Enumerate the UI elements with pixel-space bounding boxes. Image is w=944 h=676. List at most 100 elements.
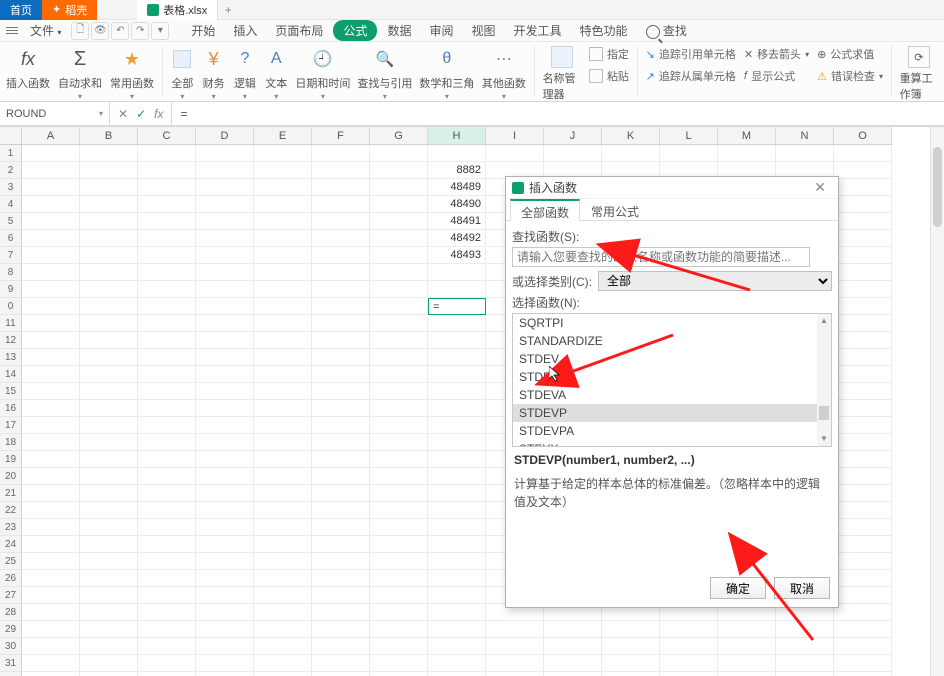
cell-E10[interactable] — [254, 298, 312, 315]
cancel-edit-icon[interactable]: ✕ — [118, 107, 128, 121]
cell-C18[interactable] — [138, 434, 196, 451]
menu-start[interactable]: 开始 — [183, 20, 223, 41]
cell-B19[interactable] — [80, 451, 138, 468]
cell-H15[interactable] — [428, 383, 486, 400]
cell-C26[interactable] — [138, 570, 196, 587]
cell-J30[interactable] — [544, 638, 602, 655]
cell-C12[interactable] — [138, 332, 196, 349]
row-header[interactable]: 32 — [0, 672, 22, 676]
fn-item-stdev.s[interactable]: STDEV.S — [513, 368, 831, 386]
cell-E20[interactable] — [254, 468, 312, 485]
cell-A23[interactable] — [22, 519, 80, 536]
cell-A31[interactable] — [22, 655, 80, 672]
cell-C31[interactable] — [138, 655, 196, 672]
cell-B30[interactable] — [80, 638, 138, 655]
cell-O23[interactable] — [834, 519, 892, 536]
cell-L31[interactable] — [660, 655, 718, 672]
cell-B16[interactable] — [80, 400, 138, 417]
name-box[interactable]: ROUND▾ — [0, 102, 110, 125]
cell-D16[interactable] — [196, 400, 254, 417]
cell-F26[interactable] — [312, 570, 370, 587]
cell-O6[interactable] — [834, 230, 892, 247]
col-header-O[interactable]: O — [834, 127, 892, 145]
cell-D11[interactable] — [196, 315, 254, 332]
cell-F11[interactable] — [312, 315, 370, 332]
cell-E2[interactable] — [254, 162, 312, 179]
row-header[interactable]: 30 — [0, 638, 22, 655]
cell-H4[interactable]: 48490 — [428, 196, 486, 213]
cell-F8[interactable] — [312, 264, 370, 281]
col-header-K[interactable]: K — [602, 127, 660, 145]
cell-G12[interactable] — [370, 332, 428, 349]
row-header[interactable]: 6 — [0, 230, 22, 247]
cell-H32[interactable] — [428, 672, 486, 676]
row-header[interactable]: 1 — [0, 145, 22, 162]
cell-I29[interactable] — [486, 621, 544, 638]
accept-edit-icon[interactable]: ✓ — [136, 107, 146, 121]
cell-G25[interactable] — [370, 553, 428, 570]
cell-D4[interactable] — [196, 196, 254, 213]
fx-icon[interactable]: fx — [154, 107, 163, 121]
cell-F32[interactable] — [312, 672, 370, 676]
toolbar-save-icon[interactable]: 🗋 — [71, 22, 89, 40]
cell-C14[interactable] — [138, 366, 196, 383]
cell-E31[interactable] — [254, 655, 312, 672]
cell-A5[interactable] — [22, 213, 80, 230]
cell-G20[interactable] — [370, 468, 428, 485]
cell-O29[interactable] — [834, 621, 892, 638]
cell-N31[interactable] — [776, 655, 834, 672]
cell-H6[interactable]: 48492 — [428, 230, 486, 247]
row-header[interactable]: 28 — [0, 604, 22, 621]
menu-view[interactable]: 视图 — [463, 20, 503, 41]
cell-B10[interactable] — [80, 298, 138, 315]
select-all-corner[interactable] — [0, 127, 22, 145]
cell-M31[interactable] — [718, 655, 776, 672]
cell-E4[interactable] — [254, 196, 312, 213]
fn-item-standardize[interactable]: STANDARDIZE — [513, 332, 831, 350]
cell-I32[interactable] — [486, 672, 544, 676]
cell-B28[interactable] — [80, 604, 138, 621]
row-header[interactable]: 8 — [0, 264, 22, 281]
cell-H13[interactable] — [428, 349, 486, 366]
cell-D1[interactable] — [196, 145, 254, 162]
cell-G17[interactable] — [370, 417, 428, 434]
row-header[interactable]: 4 — [0, 196, 22, 213]
cell-G16[interactable] — [370, 400, 428, 417]
cell-L1[interactable] — [660, 145, 718, 162]
cell-F9[interactable] — [312, 281, 370, 298]
scroll-up-icon[interactable]: ▲ — [817, 314, 831, 328]
cell-G32[interactable] — [370, 672, 428, 676]
cell-C22[interactable] — [138, 502, 196, 519]
cell-D23[interactable] — [196, 519, 254, 536]
tab-docker[interactable]: ✦稻壳 — [42, 0, 97, 20]
cell-H8[interactable] — [428, 264, 486, 281]
cell-H14[interactable] — [428, 366, 486, 383]
cell-C15[interactable] — [138, 383, 196, 400]
cell-C27[interactable] — [138, 587, 196, 604]
cell-A2[interactable] — [22, 162, 80, 179]
cell-H1[interactable] — [428, 145, 486, 162]
cell-H7[interactable]: 48493 — [428, 247, 486, 264]
cell-E14[interactable] — [254, 366, 312, 383]
cell-E18[interactable] — [254, 434, 312, 451]
cell-M29[interactable] — [718, 621, 776, 638]
rib-recalc[interactable]: ⟳ 重算工作簿 — [900, 46, 938, 102]
new-tab-button[interactable]: + — [218, 3, 238, 17]
cell-H28[interactable] — [428, 604, 486, 621]
cell-O1[interactable] — [834, 145, 892, 162]
fn-item-stdevpa[interactable]: STDEVPA — [513, 422, 831, 440]
cell-C6[interactable] — [138, 230, 196, 247]
cell-G23[interactable] — [370, 519, 428, 536]
row-header[interactable]: 15 — [0, 383, 22, 400]
cell-D2[interactable] — [196, 162, 254, 179]
cell-H20[interactable] — [428, 468, 486, 485]
cell-D26[interactable] — [196, 570, 254, 587]
cell-F23[interactable] — [312, 519, 370, 536]
cell-O32[interactable] — [834, 672, 892, 676]
cell-O22[interactable] — [834, 502, 892, 519]
cell-B18[interactable] — [80, 434, 138, 451]
rib-math[interactable]: θ数学和三角▾ — [420, 46, 474, 101]
rib-all[interactable]: 全部▾ — [171, 46, 194, 101]
cell-F20[interactable] — [312, 468, 370, 485]
col-header-E[interactable]: E — [254, 127, 312, 145]
